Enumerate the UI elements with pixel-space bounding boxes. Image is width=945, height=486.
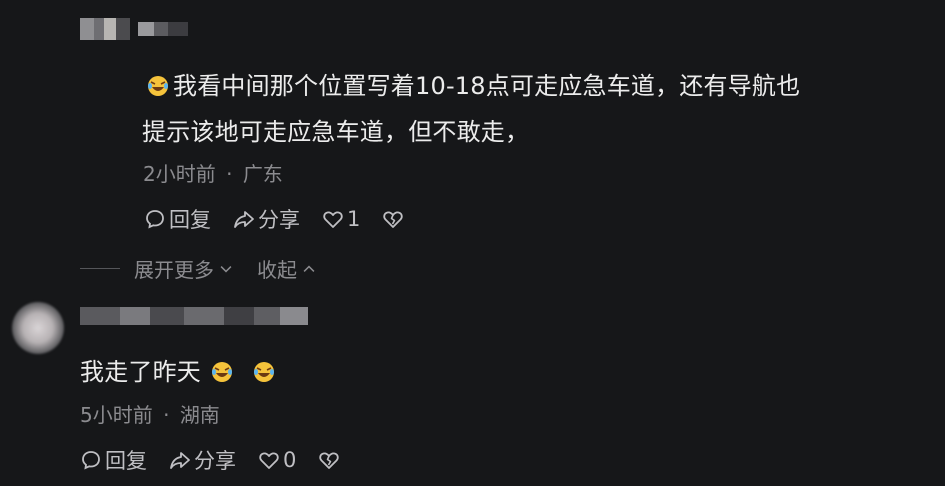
like-count: 0	[283, 448, 297, 472]
comment-actions: 回复 分享 0	[80, 445, 362, 475]
laughing-crying-emoji-icon	[147, 75, 169, 97]
comment-location: 湖南	[179, 403, 220, 427]
like-button[interactable]: 1	[322, 207, 360, 231]
reply-username-blurred[interactable]	[80, 18, 188, 40]
chevron-down-icon	[220, 265, 232, 272]
heart-icon	[259, 452, 279, 469]
expand-label: 展开更多	[134, 258, 214, 282]
reply-button[interactable]: 回复	[144, 204, 211, 234]
share-label: 分享	[194, 449, 236, 473]
broken-heart-icon	[383, 211, 404, 228]
reply-label: 回复	[169, 208, 211, 232]
meta-separator: ·	[226, 162, 233, 186]
dislike-button[interactable]	[382, 208, 404, 230]
comment-meta: 5小时前 · 湖南	[80, 399, 220, 428]
thread-expand-controls: 展开更多 收起	[80, 254, 340, 283]
divider-line	[80, 268, 120, 269]
meta-separator: ·	[163, 403, 170, 427]
broken-heart-icon	[319, 452, 340, 469]
reply-text-line-1: 我看中间那个位置写着10-18点可走应急车道，还有导航也	[147, 66, 800, 101]
share-label: 分享	[258, 208, 300, 232]
comment-thread: 我看中间那个位置写着10-18点可走应急车道，还有导航也 提示该地可走应急车道，…	[0, 0, 945, 486]
reply-meta: 2小时前 · 广东	[143, 158, 283, 187]
share-button[interactable]: 分享	[169, 445, 236, 475]
reply-label: 回复	[105, 449, 147, 473]
share-arrow-icon	[234, 211, 254, 228]
laughing-crying-emoji-icon	[211, 361, 233, 383]
comment-bubble-icon	[146, 210, 164, 229]
laughing-crying-emoji-icon	[253, 361, 275, 383]
comment-username-blurred[interactable]	[80, 307, 308, 325]
avatar[interactable]	[12, 302, 64, 354]
comment-text: 我走了昨天	[80, 352, 279, 387]
reply-button[interactable]: 回复	[80, 445, 147, 475]
like-count: 1	[347, 207, 361, 231]
comment-time: 5小时前	[80, 403, 153, 427]
reply-location: 广东	[242, 162, 283, 186]
share-arrow-icon	[170, 452, 190, 469]
collapse-label: 收起	[257, 258, 297, 282]
share-button[interactable]: 分享	[233, 204, 300, 234]
reply-actions: 回复 分享 1	[144, 204, 426, 234]
chevron-up-icon	[303, 265, 315, 272]
reply-text-line-2: 提示该地可走应急车道，但不敢走，	[142, 118, 530, 146]
heart-icon	[323, 211, 343, 228]
dislike-button[interactable]	[318, 449, 340, 471]
comment-bubble-icon	[82, 451, 100, 470]
collapse-button[interactable]: 收起	[257, 254, 318, 283]
expand-more-button[interactable]: 展开更多	[134, 254, 235, 283]
like-button[interactable]: 0	[258, 448, 296, 472]
reply-time: 2小时前	[143, 162, 216, 186]
